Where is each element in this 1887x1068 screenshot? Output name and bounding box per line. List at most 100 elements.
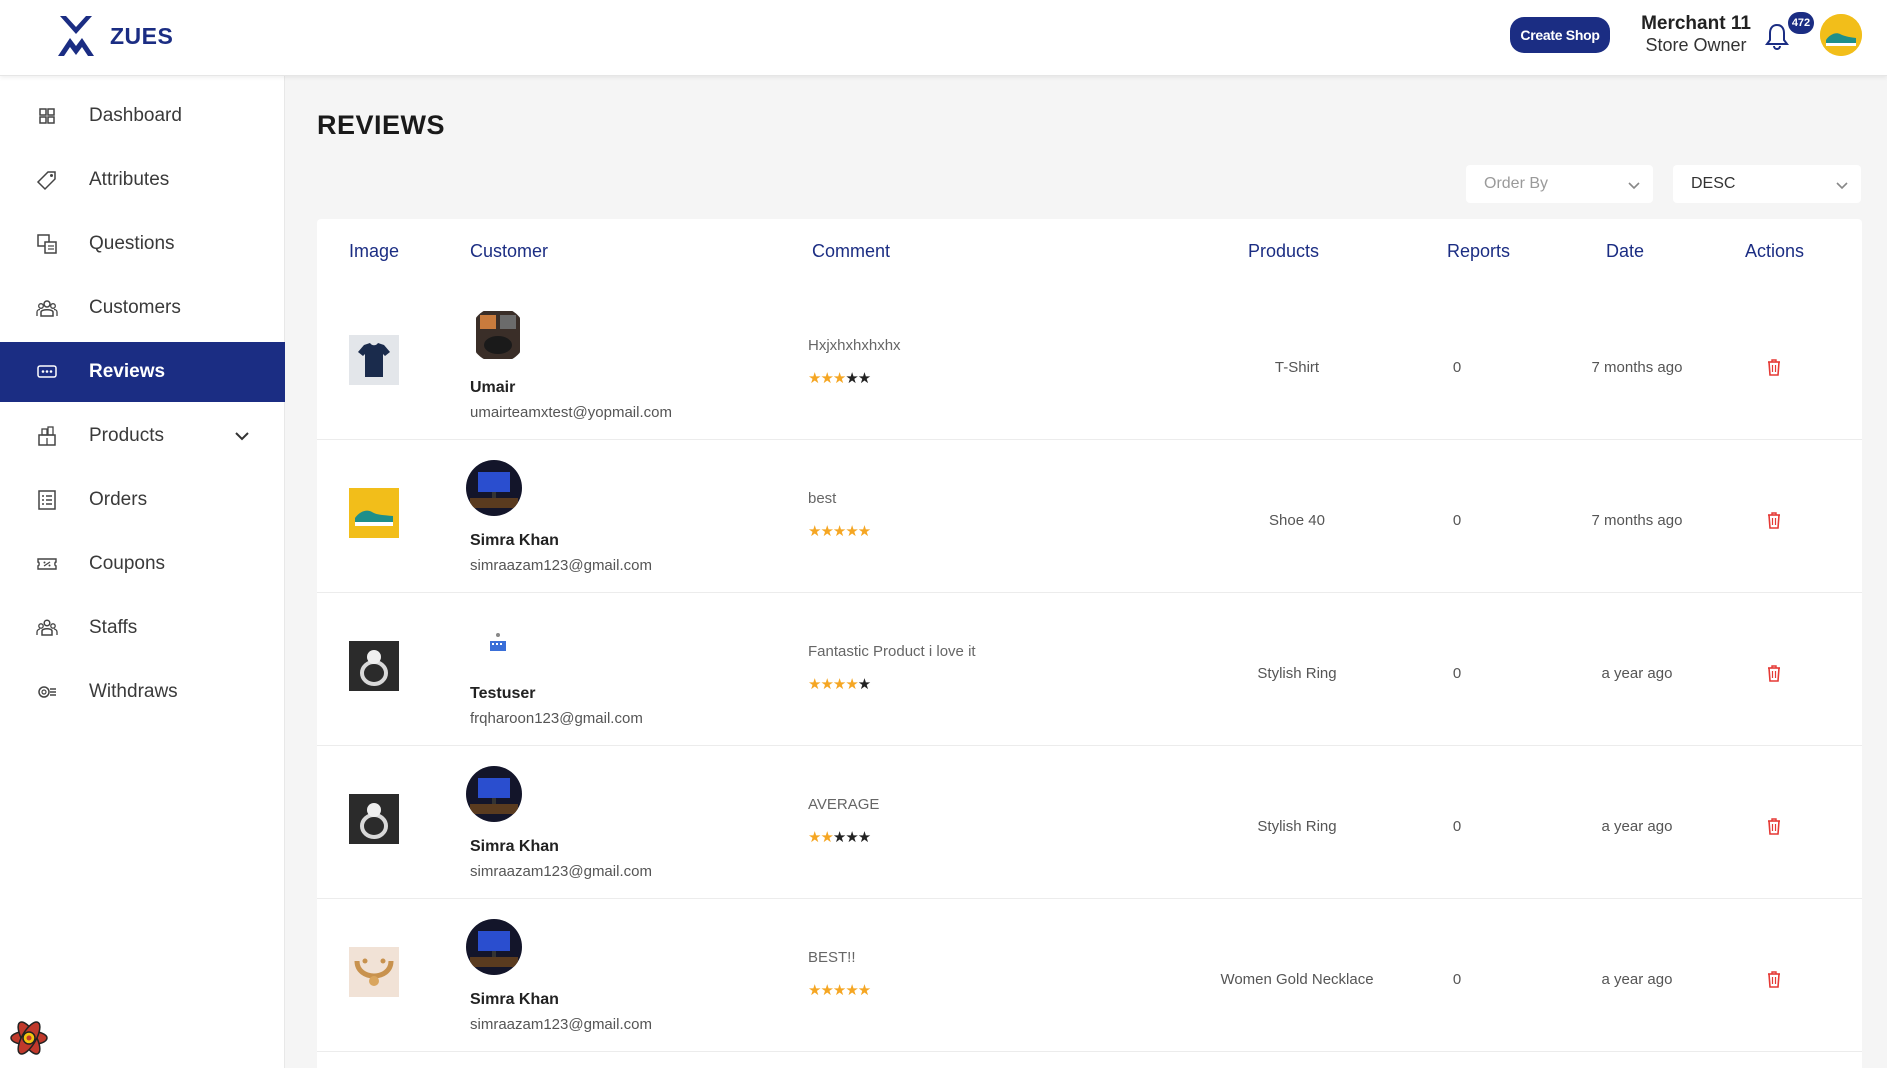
review-comment: BEST!! <box>808 949 856 966</box>
withdraws-icon <box>38 686 56 698</box>
top-bar: ZUES Create Shop Merchant 11 Store Owner… <box>0 0 1887 76</box>
sort-direction-select[interactable]: DESC <box>1673 165 1861 203</box>
avatar[interactable] <box>466 919 522 975</box>
delete-icon[interactable] <box>1764 816 1784 836</box>
product-name: T-Shirt <box>1274 359 1320 376</box>
sidebar-item-label: Staffs <box>89 617 138 638</box>
shoe-image[interactable] <box>349 488 399 538</box>
product-name: Stylish Ring <box>1257 665 1337 682</box>
notification-badge: 472 <box>1788 12 1814 34</box>
sidebar-item-withdraws[interactable]: Withdraws <box>0 662 285 722</box>
review-date: 7 months ago <box>1591 359 1683 376</box>
bell-icon[interactable] <box>1764 22 1790 50</box>
chevron-down-icon <box>1836 182 1848 190</box>
review-date: a year ago <box>1601 971 1673 988</box>
table-row: Umair umairteamxtest@yopmail.com Hxjxhxh… <box>317 287 1862 440</box>
header-products: Products <box>1248 241 1320 261</box>
user-role: Store Owner <box>1645 35 1747 55</box>
sidebar-item-label: Withdraws <box>89 681 178 702</box>
product-name: Women Gold Necklace <box>1220 971 1374 988</box>
user-info[interactable]: Merchant 11 Store Owner <box>1636 13 1756 55</box>
products-icon <box>38 426 56 446</box>
table-row: Simra Khan simraazam123@gmail.com best ★… <box>317 440 1862 593</box>
review-date: a year ago <box>1601 665 1673 682</box>
brand[interactable]: ZUES <box>56 14 173 58</box>
reports-count: 0 <box>1452 359 1462 376</box>
coupons-icon <box>37 558 57 570</box>
sidebar-item-customers[interactable]: Customers <box>0 278 285 338</box>
sidebar-item-label: Coupons <box>89 553 166 574</box>
sidebar-item-staffs[interactable]: Staffs <box>0 598 285 658</box>
customers-icon <box>36 300 58 317</box>
avatar[interactable] <box>1820 14 1862 56</box>
reports-count: 0 <box>1452 818 1462 835</box>
avatar[interactable] <box>466 460 522 516</box>
sidebar-item-label: Orders <box>89 489 148 510</box>
sort-direction-value: DESC <box>1691 175 1736 192</box>
review-comment: AVERAGE <box>808 796 880 813</box>
reviews-icon <box>37 365 57 378</box>
tag-icon <box>36 171 56 191</box>
table-row: Testuser frqharoon123@gmail.com Fantasti… <box>317 593 1862 746</box>
sidebar-item-orders[interactable]: Orders <box>0 470 285 530</box>
customer-email: simraazam123@gmail.com <box>470 863 652 880</box>
customer-name: Simra Khan <box>470 991 559 1008</box>
header-comment: Comment <box>812 241 891 261</box>
ring-image[interactable] <box>349 641 399 691</box>
create-shop-button[interactable]: Create Shop <box>1510 17 1610 53</box>
customer-email: simraazam123@gmail.com <box>470 1016 652 1033</box>
reviews-table: Image Customer Comment Products Reports … <box>317 219 1862 1068</box>
customer-email: frqharoon123@gmail.com <box>470 710 643 727</box>
sidebar-item-label: Attributes <box>89 169 170 190</box>
review-comment: Fantastic Product i love it <box>808 643 976 660</box>
customer-name: Umair <box>470 379 516 396</box>
rating-stars: ★★★★★ <box>808 829 871 846</box>
sidebar-item-reviews[interactable]: Reviews <box>0 342 285 402</box>
tshirt-image[interactable] <box>349 335 399 385</box>
rating-stars: ★★★★★ <box>808 523 871 540</box>
sidebar-item-products[interactable]: Products <box>0 406 285 466</box>
delete-icon[interactable] <box>1764 357 1784 377</box>
orders-icon <box>38 490 56 510</box>
ring-image[interactable] <box>349 794 399 844</box>
header-date: Date <box>1606 241 1645 261</box>
customer-email: simraazam123@gmail.com <box>470 557 652 574</box>
table-row: Simra Khan simraazam123@gmail.com AVERAG… <box>317 746 1862 899</box>
sidebar-item-label: Products <box>89 425 164 446</box>
reports-count: 0 <box>1452 665 1462 682</box>
rating-stars: ★★★★★ <box>808 370 871 387</box>
customer-name: Simra Khan <box>470 532 559 549</box>
sidebar-item-dashboard[interactable]: Dashboard <box>0 86 285 146</box>
react-devtools-icon[interactable] <box>8 1018 50 1058</box>
review-comment: Hxjxhxhxhxhx <box>808 337 901 354</box>
delete-icon[interactable] <box>1764 663 1784 683</box>
rating-stars: ★★★★★ <box>808 676 871 693</box>
avatar[interactable] <box>470 307 526 363</box>
customer-name: Testuser <box>470 685 536 702</box>
sidebar-item-label: Customers <box>89 297 181 318</box>
sidebar-item-coupons[interactable]: Coupons <box>0 534 285 594</box>
sidebar: Dashboard Attributes Questions Customers <box>0 76 285 1068</box>
delete-icon[interactable] <box>1764 969 1784 989</box>
sidebar-item-label: Dashboard <box>89 105 182 126</box>
chevron-down-icon <box>1628 182 1640 190</box>
brand-name: ZUES <box>110 22 174 49</box>
header-customer: Customer <box>470 241 549 261</box>
sidebar-item-attributes[interactable]: Attributes <box>0 150 285 210</box>
necklace-image[interactable] <box>349 947 399 997</box>
header-reports: Reports <box>1447 241 1511 261</box>
sidebar-item-questions[interactable]: Questions <box>0 214 285 274</box>
avatar[interactable] <box>466 766 522 822</box>
sidebar-item-label: Reviews <box>89 361 166 382</box>
delete-icon[interactable] <box>1764 510 1784 530</box>
product-name: Stylish Ring <box>1257 818 1337 835</box>
staffs-icon <box>36 619 58 636</box>
product-name: Shoe 40 <box>1269 512 1325 529</box>
order-by-placeholder: Order By <box>1484 175 1549 192</box>
order-by-select[interactable]: Order By <box>1466 165 1653 203</box>
avatar[interactable] <box>470 613 526 669</box>
reports-count: 0 <box>1452 971 1462 988</box>
header-image: Image <box>349 241 400 261</box>
chevron-down-icon[interactable] <box>233 427 251 445</box>
zues-logo-icon <box>58 16 94 56</box>
